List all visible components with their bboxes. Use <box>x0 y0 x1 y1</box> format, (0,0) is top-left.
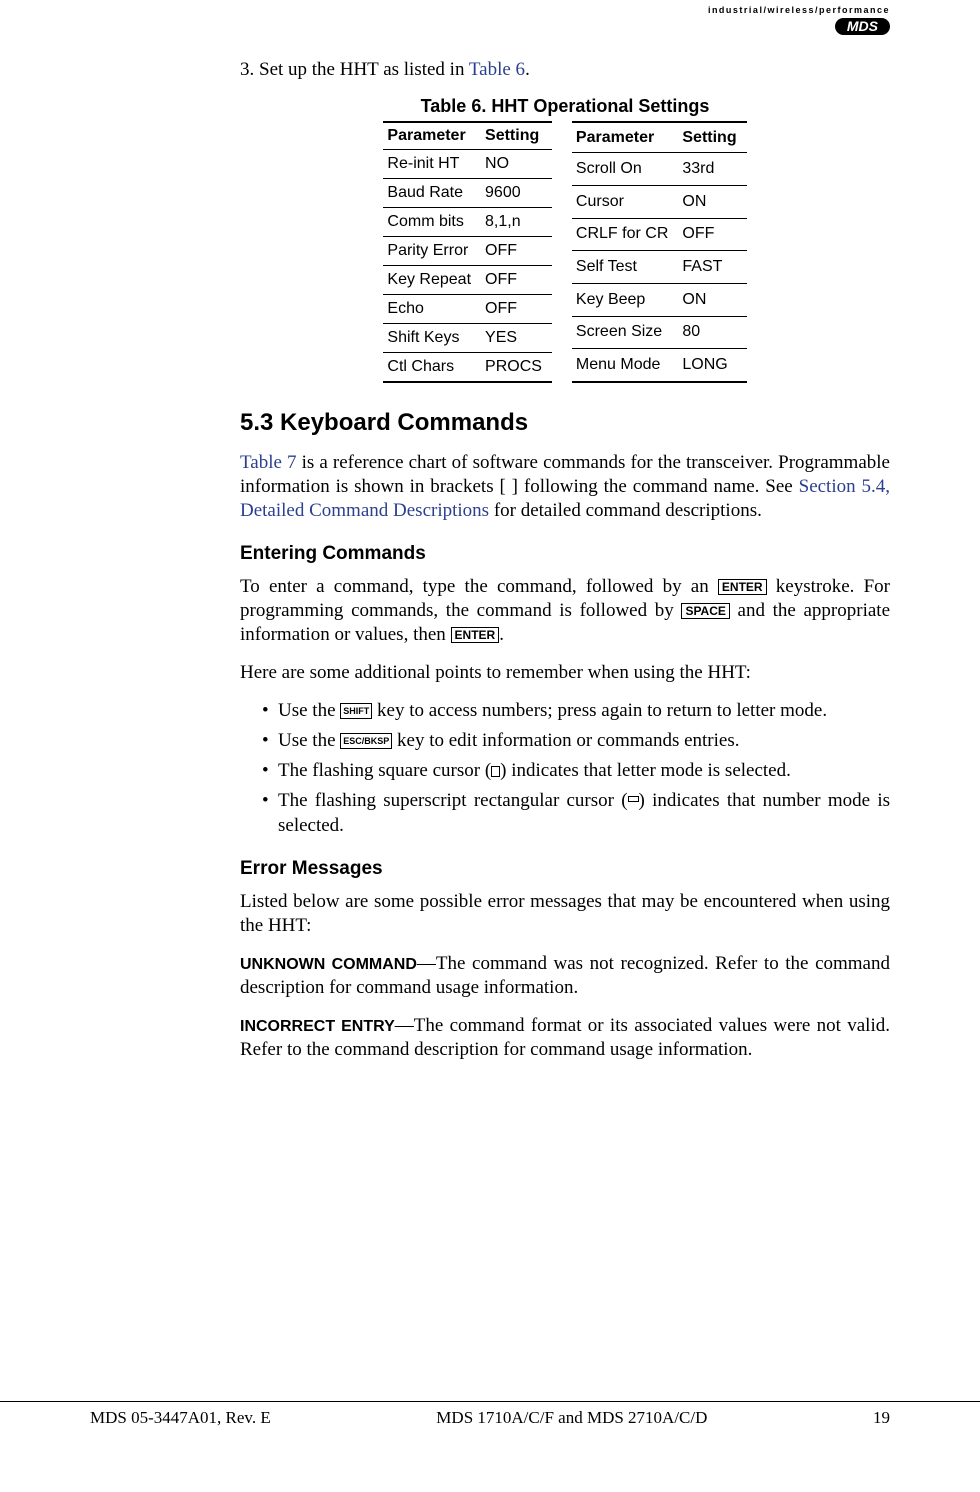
step-3-suffix: . <box>525 59 530 80</box>
brand-logo: industrial/wireless/performance MDS <box>708 5 890 37</box>
list-item: The flashing square cursor () indicates … <box>262 759 890 783</box>
table-row: Comm bits8,1,n <box>383 207 552 236</box>
step-3: 3. Set up the HHT as listed in Table 6. <box>240 58 890 82</box>
table6: Parameter Setting Re-init HTNO Baud Rate… <box>240 121 890 383</box>
error-unknown-command: UNKNOWN COMMAND—The command was not reco… <box>240 952 890 1000</box>
error-label: UNKNOWN COMMAND <box>240 956 417 973</box>
page: industrial/wireless/performance MDS 3. S… <box>0 0 980 1440</box>
section-5-3-intro: Table 7 is a reference chart of software… <box>240 451 890 523</box>
footer-center: MDS 1710A/C/F and MDS 2710A/C/D <box>436 1408 707 1428</box>
rect-cursor-icon <box>628 796 639 802</box>
col-parameter: Parameter <box>383 122 481 150</box>
entering-commands-p1: To enter a command, type the command, fo… <box>240 575 890 647</box>
error-label: INCORRECT ENTRY <box>240 1018 395 1035</box>
hht-tips-list: Use the SHIFT key to access numbers; pre… <box>240 699 890 839</box>
table7-link[interactable]: Table 7 <box>240 452 297 473</box>
list-item: The flashing superscript rectangular cur… <box>262 789 890 838</box>
space-keycap: SPACE <box>681 603 729 619</box>
table6-caption: Table 6. HHT Operational Settings <box>240 96 890 117</box>
table-row: Re-init HTNO <box>383 149 552 178</box>
table-row: Shift KeysYES <box>383 323 552 352</box>
col-setting: Setting <box>678 122 746 153</box>
enter-keycap: ENTER <box>451 627 500 643</box>
footer-page-number: 19 <box>873 1408 890 1428</box>
col-setting: Setting <box>481 122 552 150</box>
table6-right: Parameter Setting Scroll On33rd CursorON… <box>572 121 747 383</box>
enter-keycap: ENTER <box>718 579 767 595</box>
step-3-text: 3. Set up the HHT as listed in <box>240 59 469 80</box>
error-messages-heading: Error Messages <box>240 858 890 880</box>
table-row: Parity ErrorOFF <box>383 236 552 265</box>
table-row: Key BeepON <box>572 283 747 316</box>
esc-bksp-keycap: ESC/BKSP <box>340 733 392 749</box>
table-row: Ctl CharsPROCS <box>383 352 552 382</box>
page-footer: MDS 05-3447A01, Rev. E MDS 1710A/C/F and… <box>0 1401 980 1428</box>
table6-left: Parameter Setting Re-init HTNO Baud Rate… <box>383 121 552 383</box>
table-row: CRLF for CROFF <box>572 218 747 251</box>
footer-left: MDS 05-3447A01, Rev. E <box>90 1408 271 1428</box>
square-cursor-icon <box>491 766 500 777</box>
table-row: Self TestFAST <box>572 251 747 284</box>
brand-mark: MDS <box>835 18 890 35</box>
table-row: CursorON <box>572 186 747 219</box>
list-item: Use the ESC/BKSP key to edit information… <box>262 729 890 753</box>
col-parameter: Parameter <box>572 122 678 153</box>
shift-keycap: SHIFT <box>340 703 372 719</box>
table-row: Menu ModeLONG <box>572 349 747 382</box>
table6-link[interactable]: Table 6 <box>469 59 525 80</box>
error-incorrect-entry: INCORRECT ENTRY—The command format or it… <box>240 1014 890 1062</box>
table-row: Scroll On33rd <box>572 153 747 186</box>
entering-commands-heading: Entering Commands <box>240 543 890 565</box>
error-messages-intro: Listed below are some possible error mes… <box>240 890 890 938</box>
entering-commands-p2: Here are some additional points to remem… <box>240 661 890 685</box>
content: 3. Set up the HHT as listed in Table 6. … <box>240 58 890 1062</box>
brand-tagline: industrial/wireless/performance <box>708 5 890 15</box>
section-5-3-heading: 5.3 Keyboard Commands <box>240 409 890 437</box>
list-item: Use the SHIFT key to access numbers; pre… <box>262 699 890 723</box>
table-row: Baud Rate9600 <box>383 178 552 207</box>
table-row: Key RepeatOFF <box>383 265 552 294</box>
table-row: EchoOFF <box>383 294 552 323</box>
table-row: Screen Size80 <box>572 316 747 349</box>
